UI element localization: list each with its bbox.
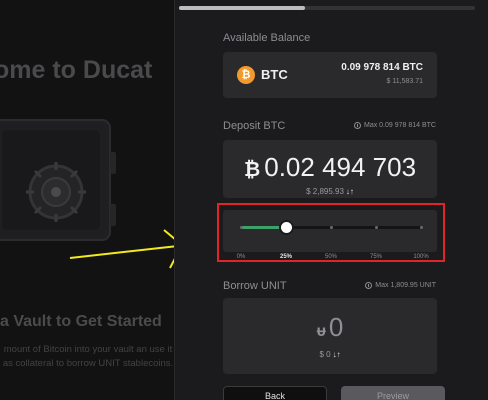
balance-card: ₿ BTC 0.09 978 814 BTC $ 11,583.71 <box>223 52 437 98</box>
balance-amount: 0.09 978 814 BTC <box>341 62 423 73</box>
preview-button-label: Preview <box>376 391 409 400</box>
asset-symbol: BTC <box>261 67 288 82</box>
bitcoin-symbol-icon: ₿ <box>243 159 261 181</box>
deposit-max-text: Max 0.09 978 814 BTC <box>364 122 436 129</box>
deposit-usd: $ 2,895.93 <box>306 187 344 196</box>
welcome-background: ome to Ducat a Vault to Get Started moun… <box>0 0 180 400</box>
unit-symbol-icon: ᵾ <box>316 323 326 340</box>
info-icon <box>354 122 361 129</box>
back-button-label: Back <box>264 391 285 400</box>
vault-subtitle: a Vault to Get Started <box>0 313 162 330</box>
vault-description: mount of Bitcoin into your vault an use … <box>2 344 174 369</box>
deposit-value[interactable]: 0.02 494 703 <box>264 152 416 182</box>
scroll-indicator[interactable] <box>179 6 475 10</box>
back-button[interactable]: Back <box>223 386 327 400</box>
balance-usd: $ 11,583.71 <box>386 78 423 85</box>
borrow-max[interactable]: Max 1,809.95 UNIT <box>365 282 436 289</box>
bitcoin-icon: ₿ <box>237 66 255 84</box>
borrow-amount-field[interactable]: ᵾ0 $ 0 ↓↑ <box>223 298 437 374</box>
borrow-value-display[interactable]: ᵾ0 <box>223 312 437 343</box>
swap-units-icon[interactable]: ↓↑ <box>346 187 354 196</box>
borrow-usd: $ 0 <box>319 350 331 359</box>
welcome-title: ome to Ducat <box>0 56 153 84</box>
borrow-label: Borrow UNIT <box>223 280 287 292</box>
deposit-label: Deposit BTC <box>223 120 286 132</box>
deposit-usd-row: $ 2,895.93 ↓↑ <box>223 187 437 196</box>
available-balance-label: Available Balance <box>223 32 311 44</box>
borrow-value[interactable]: 0 <box>329 312 343 342</box>
borrow-usd-row: $ 0 ↓↑ <box>223 350 437 359</box>
scroll-thumb[interactable] <box>179 6 305 10</box>
slider-highlight-annotation <box>217 203 445 262</box>
deposit-amount-field[interactable]: ₿ 0.02 494 703 $ 2,895.93 ↓↑ <box>223 140 437 198</box>
preview-button[interactable]: Preview <box>341 386 445 400</box>
deposit-max[interactable]: Max 0.09 978 814 BTC <box>354 122 436 129</box>
swap-units-icon[interactable]: ↓↑ <box>333 350 341 359</box>
borrow-max-text: Max 1,809.95 UNIT <box>375 282 436 289</box>
borrow-panel: Available Balance ₿ BTC 0.09 978 814 BTC… <box>174 0 488 400</box>
info-icon <box>365 282 373 289</box>
deposit-value-display[interactable]: ₿ 0.02 494 703 <box>223 152 437 183</box>
